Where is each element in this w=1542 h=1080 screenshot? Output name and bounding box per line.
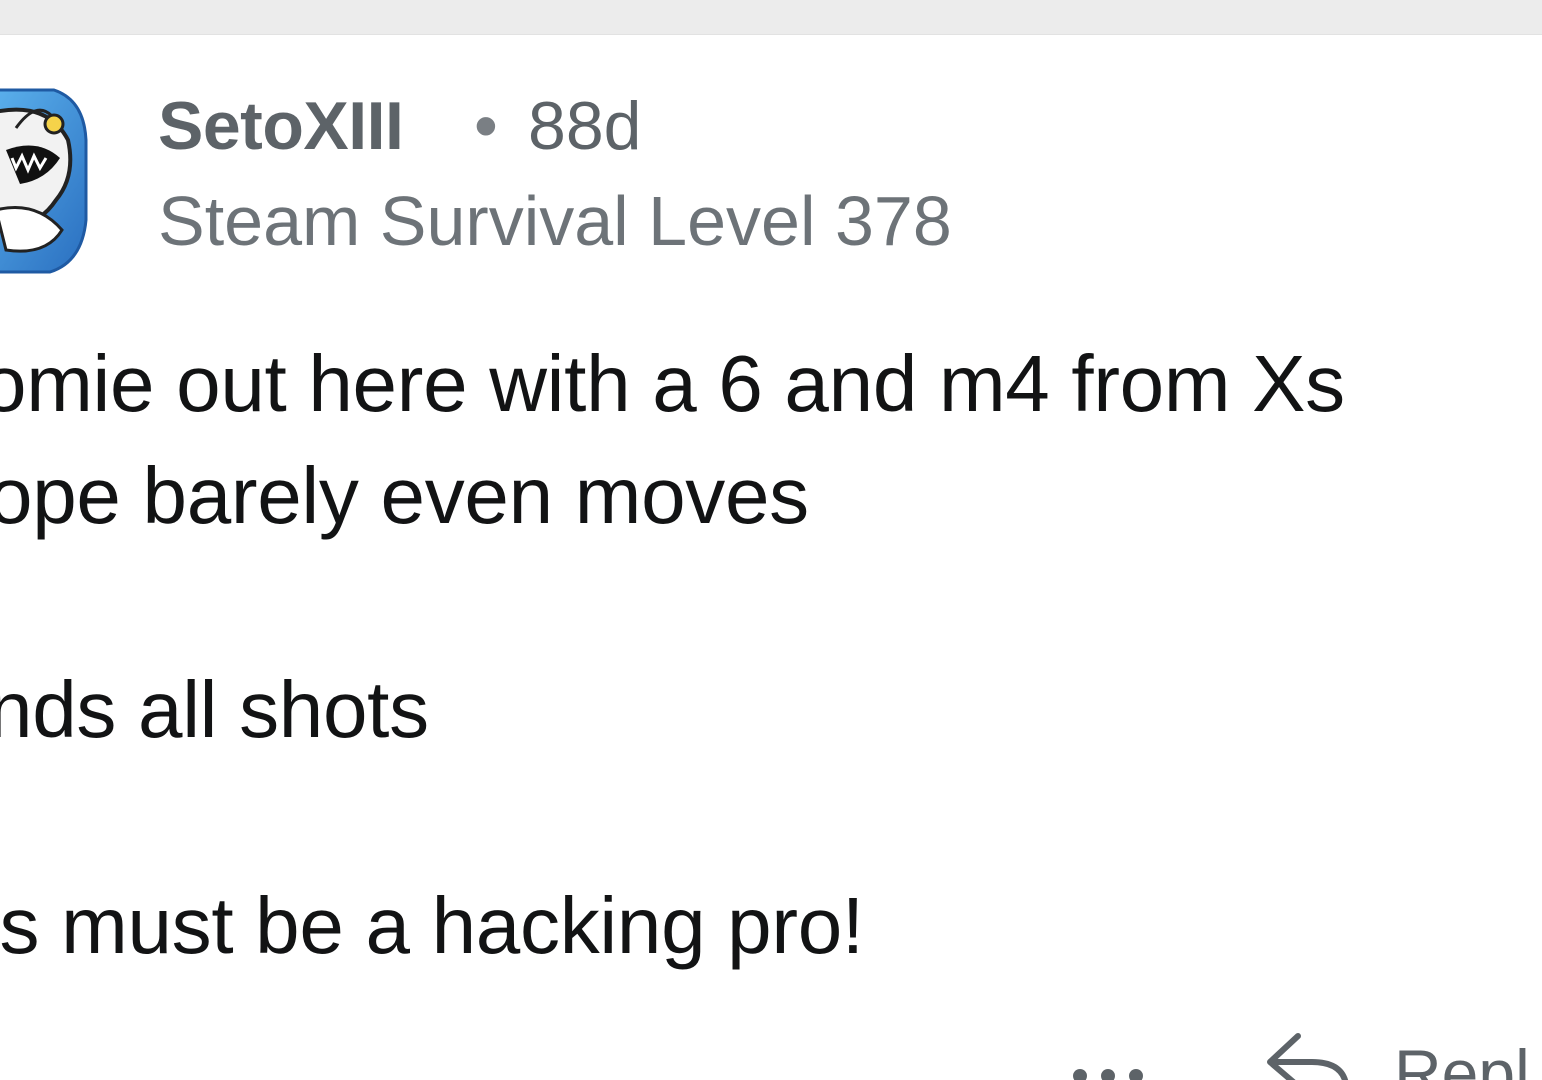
reply-arrow-icon: [1267, 1033, 1349, 1080]
comment-body-line: nds all shots: [0, 665, 429, 754]
top-bar: [0, 0, 1542, 35]
comment-age: 88d: [528, 88, 642, 164]
user-avatar[interactable]: [0, 80, 88, 276]
comment-body-line: omie out here with a 6 and m4 from Xs: [0, 339, 1345, 428]
reply-label: Repl: [1394, 1036, 1530, 1080]
comment-body-line: is must be a hacking pro!: [0, 881, 864, 970]
meta-separator: •: [474, 88, 498, 164]
comment-body-line: ope barely even moves: [0, 451, 809, 540]
user-flair: Steam Survival Level 378: [158, 182, 952, 260]
more-horizontal-icon: [1073, 1069, 1143, 1080]
reply-button[interactable]: Repl: [1262, 1028, 1542, 1080]
anglerfish-avatar-icon: [0, 88, 88, 274]
comment-author[interactable]: SetoXIII: [158, 92, 404, 160]
more-options-button[interactable]: [1068, 1050, 1148, 1080]
